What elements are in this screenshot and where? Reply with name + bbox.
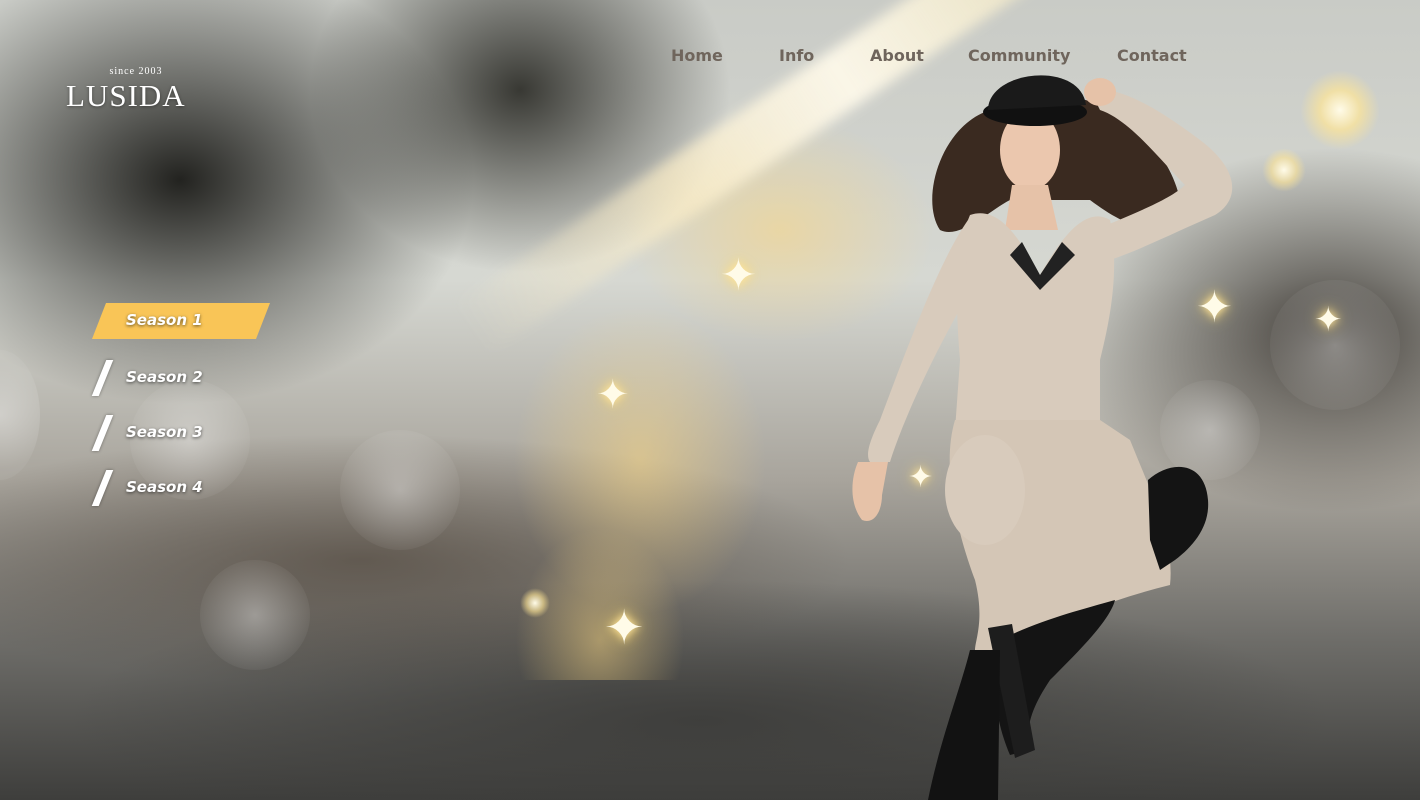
sparkle-icon: ✦	[720, 251, 757, 300]
sparkle-icon: ✦	[1196, 283, 1233, 332]
slash-icon	[91, 470, 114, 506]
nav-item-contact[interactable]: Contact	[1117, 46, 1187, 65]
sparkle-icon: ✦	[908, 461, 934, 494]
season-item-2[interactable]: Season 2	[91, 360, 272, 396]
glow-orb	[1300, 70, 1380, 150]
season-label: Season 4	[126, 478, 203, 496]
season-label: Season 3	[126, 423, 203, 441]
brand-name: LUSIDA	[66, 78, 186, 113]
hero-stage: ✦ ✦ ✦ ✦ ✦ ✦ since 2003 LUSIDA Home Info …	[0, 0, 1420, 800]
nav-item-home[interactable]: Home	[671, 46, 723, 65]
brand-logo[interactable]: since 2003 LUSIDA	[66, 66, 216, 114]
nav-item-community[interactable]: Community	[968, 46, 1070, 65]
main-nav: Home Info About Community Contact	[0, 46, 1420, 70]
season-item-4[interactable]: Season 4	[91, 470, 272, 506]
bokeh-light	[1270, 280, 1400, 410]
bokeh-light	[200, 560, 310, 670]
sparkle-cloud	[500, 80, 1200, 680]
nav-item-info[interactable]: Info	[779, 46, 814, 65]
hero-model-image	[852, 75, 1233, 800]
glow-orb	[520, 588, 550, 618]
bokeh-light	[1160, 380, 1260, 480]
slash-icon	[91, 415, 114, 451]
bokeh-light	[0, 350, 40, 480]
bokeh-light	[340, 430, 460, 550]
sparkle-icon: ✦	[596, 373, 630, 417]
season-item-1[interactable]: Season 1	[92, 303, 272, 339]
season-label: Season 1	[126, 311, 203, 329]
nav-item-about[interactable]: About	[870, 46, 924, 65]
season-item-3[interactable]: Season 3	[91, 415, 272, 451]
glow-orb	[1262, 148, 1306, 192]
slash-icon	[91, 360, 114, 396]
season-label: Season 2	[126, 368, 203, 386]
sparkle-icon: ✦	[1314, 301, 1343, 339]
sparkle-icon: ✦	[604, 602, 645, 655]
